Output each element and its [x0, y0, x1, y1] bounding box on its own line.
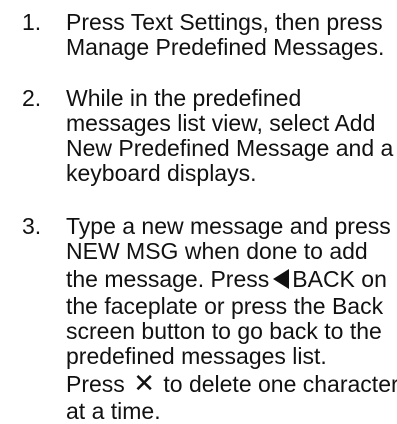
step-line: at a time. [66, 398, 161, 424]
step-line: Press Text Settings, then press [66, 9, 383, 35]
step-line: the faceplate or press the Back [66, 293, 384, 319]
step-line: the message. Press BACK on [66, 264, 394, 294]
step-line: New Predefined Message and a [66, 135, 394, 161]
step-line: Manage Predefined Messages. [66, 34, 385, 60]
step-text: While in the predefined messages list vi… [66, 86, 394, 186]
step-line: messages list view, select Add [66, 110, 376, 136]
step-line: NEW MSG when done to add [66, 238, 368, 264]
step-line-part: Press [66, 371, 125, 397]
step-number: 1. [22, 9, 42, 35]
step-number: 2. [22, 85, 42, 111]
delete-x-icon: ✕ [133, 369, 155, 399]
step-line: While in the predefined [66, 85, 302, 111]
step-line: predefined messages list. [66, 343, 327, 369]
step-line-part: BACK on [292, 266, 387, 292]
step-number: 3. [22, 213, 42, 239]
step-line-part: to delete one character [163, 371, 397, 397]
step-line: Press ✕ to delete one character [66, 369, 397, 399]
step-text: Press Text Settings, then press Manage P… [66, 10, 394, 60]
step-line: screen button to go back to the [66, 318, 382, 344]
step-line: Type a new message and press [66, 213, 391, 239]
step-text: Type a new message and press NEW MSG whe… [66, 213, 397, 424]
step-line: keyboard displays. [66, 160, 257, 186]
back-triangle-icon [273, 269, 290, 289]
step-line-part: the message. Press [66, 266, 270, 292]
